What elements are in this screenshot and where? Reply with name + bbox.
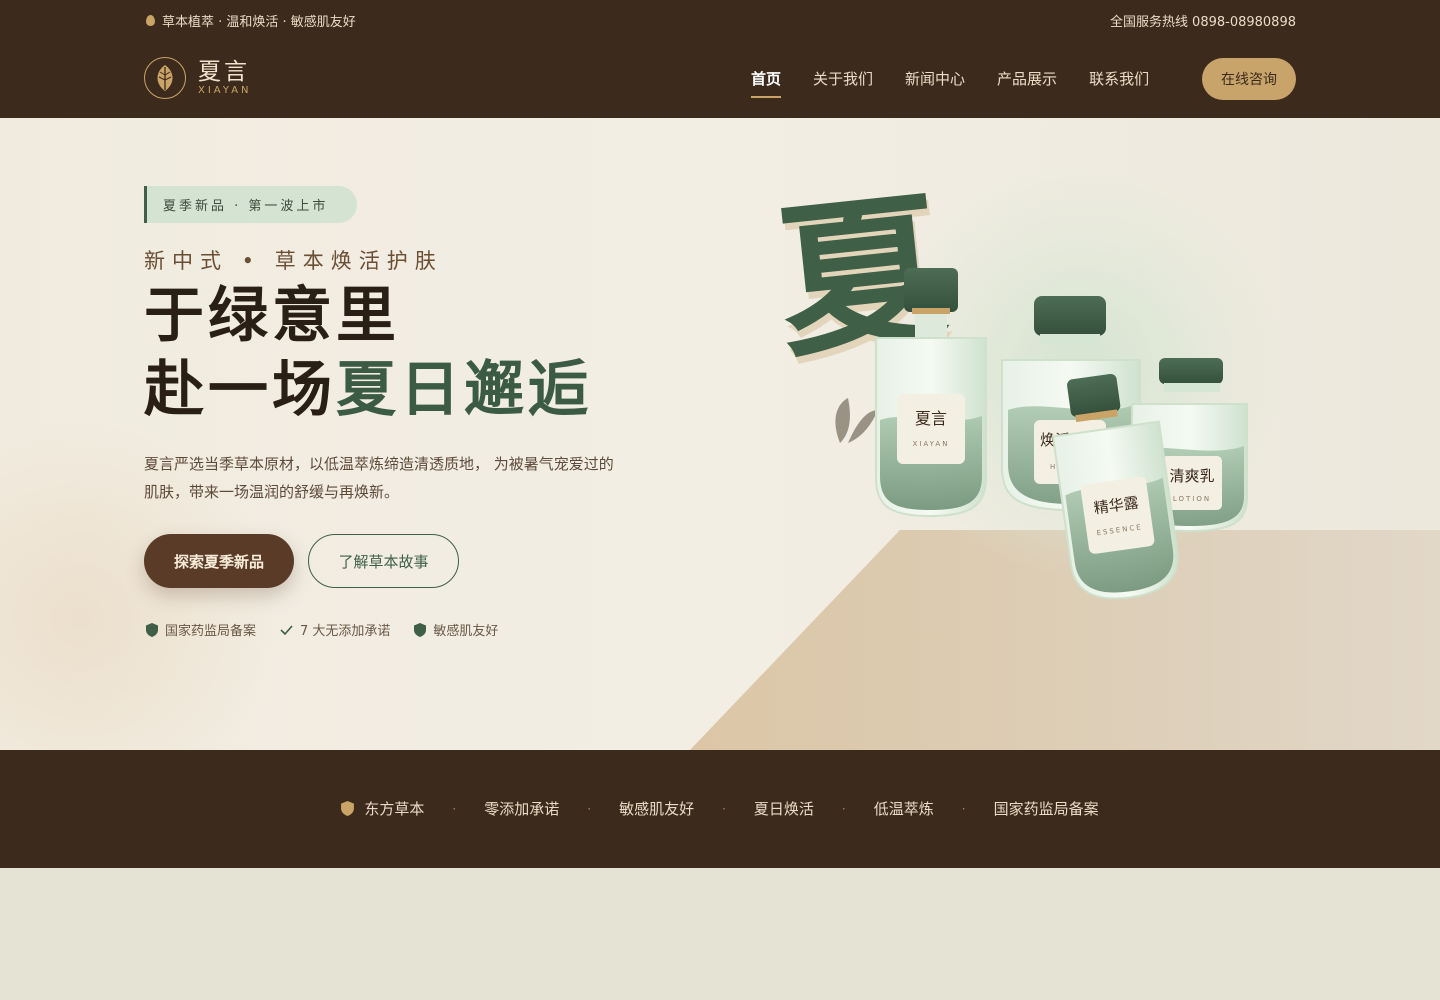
hero-headline-line1: 于绿意里 bbox=[144, 281, 400, 351]
explore-new-products-button[interactable]: 探索夏季新品 bbox=[144, 534, 294, 588]
trust-badges: 国家药监局备案 7 大无添加承诺 敏感肌友好 bbox=[146, 620, 498, 639]
leaf-logo-icon bbox=[144, 57, 186, 99]
trust-item: 7 大无添加承诺 bbox=[280, 620, 390, 639]
feature-item-label: 敏感肌友好 bbox=[619, 800, 695, 818]
top-tagline: 草本植萃 · 温和焕活 · 敏感肌友好 bbox=[146, 11, 356, 30]
trust-item-label: 敏感肌友好 bbox=[433, 624, 499, 639]
brand-name-cn: 夏言 bbox=[198, 59, 250, 85]
feature-item: 东方草本 bbox=[341, 798, 424, 819]
feature-item-label: 夏日焕活 bbox=[753, 800, 814, 818]
shield-icon bbox=[414, 622, 427, 637]
nav-item-about[interactable]: 关于我们 bbox=[813, 68, 873, 90]
top-tagline-text: 草本植萃 · 温和焕活 · 敏感肌友好 bbox=[162, 15, 356, 30]
drop-icon bbox=[146, 15, 155, 26]
hero-headline-highlight: 夏日邂逅 bbox=[336, 355, 592, 425]
brand-name-en: XIAYAN bbox=[198, 85, 252, 96]
hero-headline-line2: 赴一场夏日邂逅 bbox=[144, 354, 592, 426]
trust-item: 国家药监局备案 bbox=[146, 620, 256, 639]
trust-item-label: 国家药监局备案 bbox=[165, 624, 257, 639]
product-illustration: 夏 夏 焕活面霜 HERBAL 清爽乳 LOTION 夏言 XIAYAN bbox=[769, 188, 1248, 600]
feature-item-label: 零添加承诺 bbox=[484, 800, 560, 818]
bottle-label-en: XIAYAN bbox=[913, 440, 950, 448]
separator-dot: · bbox=[841, 801, 846, 816]
check-icon bbox=[280, 624, 293, 635]
hotline-number[interactable]: 0898-08980898 bbox=[1192, 15, 1296, 30]
nav-item-products[interactable]: 产品展示 bbox=[997, 68, 1057, 90]
nav-menu: 首页 关于我们 新闻中心 产品展示 联系我们 bbox=[751, 68, 1181, 98]
main-navbar: 夏言 XIAYAN 首页 关于我们 新闻中心 产品展示 联系我们 在线咨询 bbox=[0, 40, 1440, 118]
shield-icon bbox=[341, 801, 355, 816]
hero-kicker: 新中式 • 草本焕活护肤 bbox=[144, 249, 443, 273]
brand-logo[interactable]: 夏言 XIAYAN bbox=[144, 57, 252, 99]
feature-item-label: 低温萃炼 bbox=[873, 800, 934, 818]
lotion-label: 清爽乳 bbox=[1169, 467, 1214, 485]
feature-item-label: 国家药监局备案 bbox=[993, 800, 1099, 818]
separator-dot: · bbox=[722, 801, 726, 816]
new-product-badge: 夏季新品 · 第一波上市 bbox=[144, 186, 357, 223]
lotion-label-en: LOTION bbox=[1173, 495, 1211, 503]
separator-dot: · bbox=[961, 801, 966, 816]
online-consult-button[interactable]: 在线咨询 bbox=[1202, 58, 1296, 100]
hotline[interactable]: 全国服务热线 0898-08980898 bbox=[1106, 11, 1296, 30]
nav-item-news[interactable]: 新闻中心 bbox=[905, 68, 965, 90]
trust-item-label: 7 大无添加承诺 bbox=[300, 624, 391, 639]
feature-item-label: 东方草本 bbox=[364, 800, 425, 818]
hero-headline-part-a: 赴一场 bbox=[144, 355, 336, 425]
nav-item-contact[interactable]: 联系我们 bbox=[1089, 68, 1149, 90]
bottle-label: 夏言 bbox=[915, 409, 947, 428]
top-bar: 草本植萃 · 温和焕活 · 敏感肌友好 全国服务热线 0898-08980898 bbox=[0, 0, 1440, 40]
feature-list: 东方草本 · 零添加承诺 · 敏感肌友好 · 夏日焕活 · 低温萃炼 · 国家药… bbox=[0, 798, 1440, 819]
hero-description: 夏言严选当季草本原材，以低温萃炼缔造清透质地， 为被暑气宠爱过的肌肤，带来一场温… bbox=[144, 455, 614, 501]
hero-section: 夏季新品 · 第一波上市 新中式 • 草本焕活护肤 于绿意里 赴一场夏日邂逅 夏… bbox=[0, 118, 1440, 750]
shield-icon bbox=[146, 622, 158, 637]
separator-dot: · bbox=[452, 801, 457, 816]
hotline-label: 全国服务热线 bbox=[1110, 15, 1189, 30]
trust-item: 敏感肌友好 bbox=[414, 620, 498, 639]
feature-strip: 东方草本 · 零添加承诺 · 敏感肌友好 · 夏日焕活 · 低温萃炼 · 国家药… bbox=[0, 750, 1440, 868]
nav-item-home[interactable]: 首页 bbox=[751, 68, 782, 98]
page-background bbox=[0, 868, 1440, 1000]
herbal-story-button[interactable]: 了解草本故事 bbox=[308, 534, 459, 588]
separator-dot: · bbox=[587, 801, 592, 816]
